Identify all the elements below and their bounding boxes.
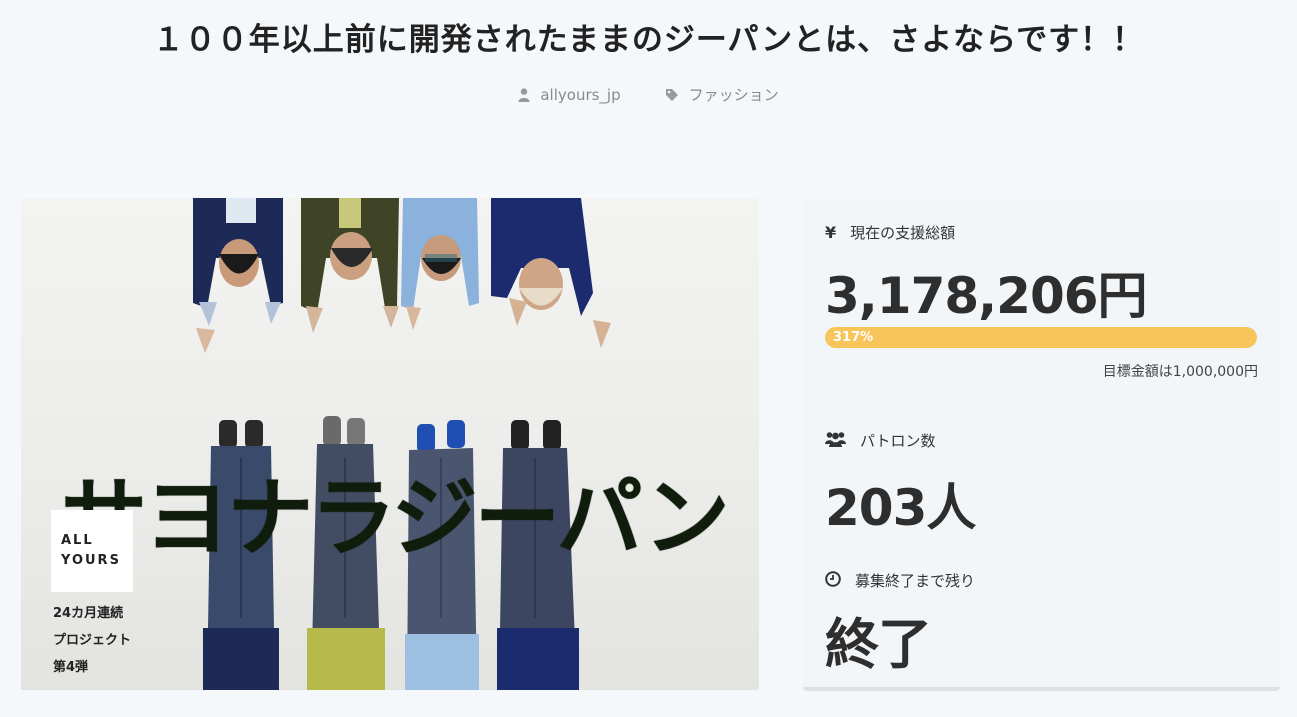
funding-progress-bar: 317%	[825, 327, 1257, 348]
funding-amount: 3,178,206円	[825, 267, 1148, 325]
user-icon	[518, 87, 530, 102]
remaining-value: 終了	[825, 613, 932, 676]
upper-figures	[193, 198, 611, 353]
funding-label-row: ¥ 現在の支援総額	[825, 222, 955, 243]
series-caption: 24カ月連続 プロジェクト 第4弾	[53, 600, 131, 681]
patrons-count: 203人	[825, 479, 976, 537]
people-illustration	[193, 198, 611, 690]
tag-icon	[665, 88, 679, 102]
yen-icon: ¥	[825, 223, 837, 242]
logo-text-line2: YOURS	[61, 553, 121, 568]
series-line3: 第4弾	[53, 660, 89, 675]
category-name: ファッション	[688, 86, 779, 104]
progress-fill: 317%	[825, 327, 1257, 348]
patrons-label-row: パトロン数	[825, 430, 935, 451]
remaining-label-row: 募集終了まで残り	[825, 570, 975, 591]
funding-label: 現在の支援総額	[850, 224, 956, 242]
allyours-logo: ALL YOURS	[51, 510, 133, 592]
series-line1: 24カ月連続	[53, 606, 124, 621]
series-line2: プロジェクト	[53, 633, 132, 648]
author-link[interactable]: allyours_jp	[518, 84, 621, 105]
page-title: １００年以上前に開発されたままのジーパンとは、さよならです！！	[152, 22, 1145, 58]
goal-amount: 目標金額は1,000,000円	[1102, 364, 1258, 380]
patrons-label: パトロン数	[860, 432, 936, 450]
progress-percent: 317%	[833, 330, 874, 345]
users-icon	[825, 431, 846, 451]
category-link[interactable]: ファッション	[665, 84, 779, 105]
clock-icon	[825, 570, 841, 591]
author-name: allyours_jp	[540, 85, 621, 104]
logo-text-line1: ALL	[61, 533, 94, 548]
hero-headline: サヨナラジーパン	[61, 468, 730, 569]
funding-stats-card: ¥ 現在の支援総額 3,178,206円 317% 目標金額は1,000,000…	[803, 198, 1280, 691]
project-hero-image: サヨナラジーパン ALL YOURS 24カ月連続 プロジェクト 第4弾	[21, 198, 759, 690]
remaining-label: 募集終了まで残り	[855, 572, 976, 590]
project-meta: allyours_jp ファッション	[0, 84, 1297, 105]
